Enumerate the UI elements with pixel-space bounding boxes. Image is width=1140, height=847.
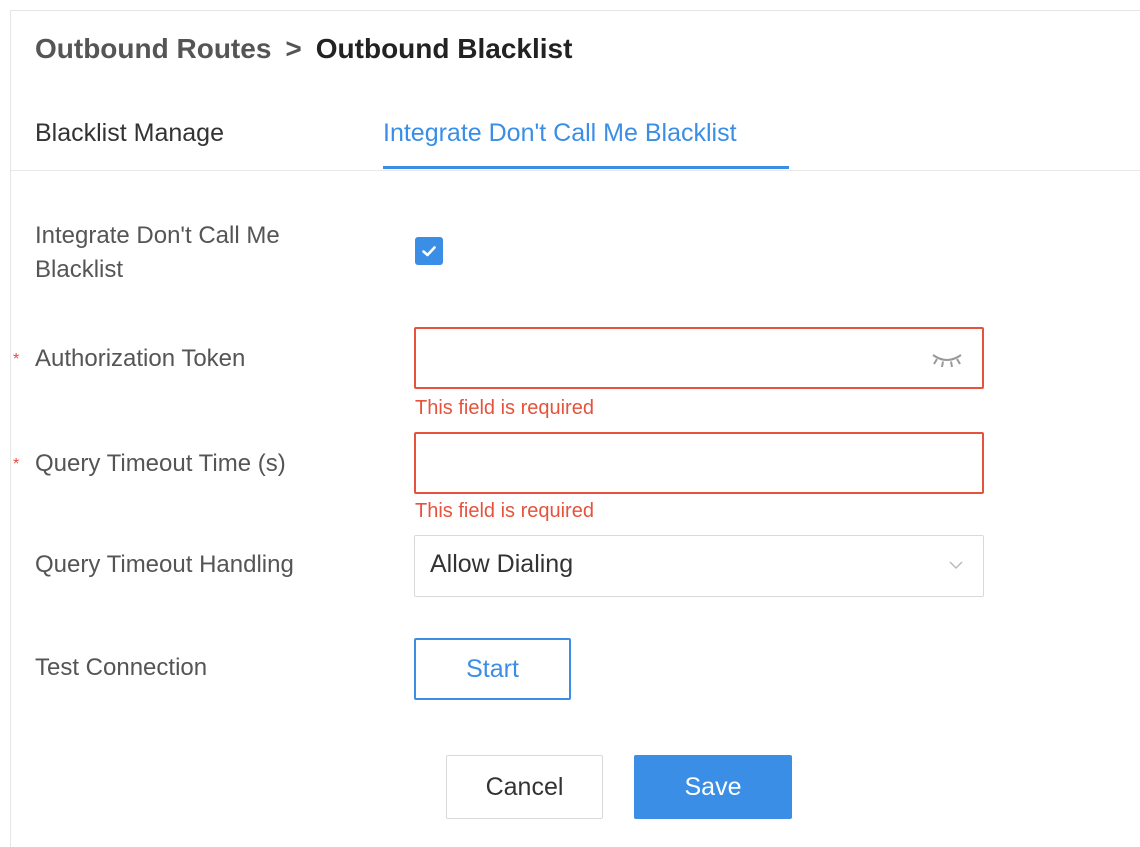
tab-blacklist-manage[interactable]: Blacklist Manage: [35, 119, 224, 148]
breadcrumb-current: Outbound Blacklist: [315, 33, 573, 64]
query-timeout-time-field: [414, 432, 984, 494]
integrate-label: Integrate Don't Call Me Blacklist: [35, 222, 280, 283]
integrate-checkbox[interactable]: [415, 237, 443, 265]
query-timeout-time-label: Query Timeout Time (s): [35, 450, 286, 477]
query-timeout-handling-select[interactable]: Allow Dialing: [414, 535, 984, 597]
breadcrumb: Outbound Routes > Outbound Blacklist: [35, 33, 572, 65]
chevron-down-icon: [949, 561, 963, 570]
auth-token-input[interactable]: [416, 329, 944, 385]
auth-token-error: This field is required: [415, 397, 594, 419]
required-marker: *: [13, 456, 20, 473]
tab-bar: Blacklist Manage Integrate Don't Call Me…: [11, 111, 1140, 171]
cancel-button[interactable]: Cancel: [446, 755, 603, 819]
query-timeout-time-input[interactable]: [416, 434, 944, 490]
active-tab-indicator: [383, 166, 789, 169]
checkmark-icon: [422, 246, 436, 257]
breadcrumb-separator: >: [285, 33, 302, 64]
required-marker: *: [13, 351, 20, 368]
test-connection-label: Test Connection: [35, 654, 208, 681]
eye-closed-icon[interactable]: [930, 347, 964, 369]
query-timeout-handling-value: Allow Dialing: [430, 550, 574, 578]
start-button[interactable]: Start: [414, 638, 571, 700]
breadcrumb-parent-link[interactable]: Outbound Routes: [35, 33, 271, 64]
auth-token-field: [414, 327, 984, 389]
save-button[interactable]: Save: [634, 755, 792, 819]
query-timeout-handling-label: Query Timeout Handling: [35, 551, 294, 578]
tab-integrate-dont-call-me[interactable]: Integrate Don't Call Me Blacklist: [383, 119, 737, 148]
query-timeout-time-error: This field is required: [415, 500, 594, 522]
auth-token-label: Authorization Token: [35, 345, 246, 372]
page-panel: Outbound Routes > Outbound Blacklist Black…: [10, 10, 1140, 847]
